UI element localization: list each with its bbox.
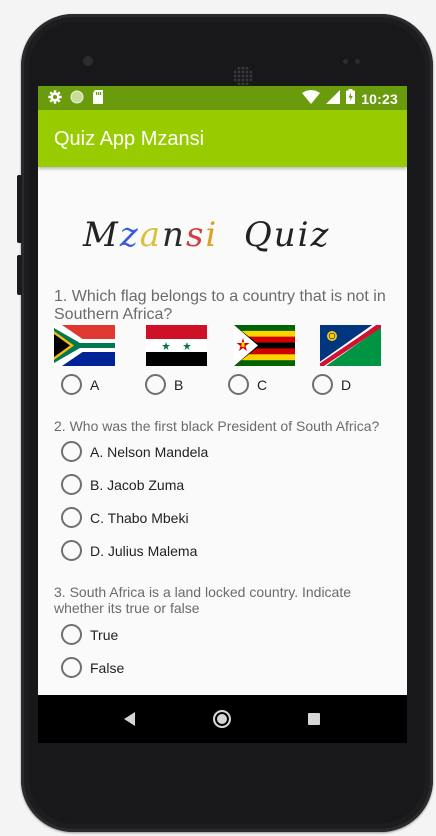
quiz-logo: Mzansi Quiz bbox=[83, 215, 330, 255]
logo-word: Quiz bbox=[243, 215, 331, 255]
radio-button[interactable] bbox=[228, 374, 249, 395]
sensor bbox=[343, 59, 348, 64]
wifi-icon bbox=[302, 89, 321, 109]
q3-option-true[interactable]: True bbox=[61, 624, 118, 645]
option-label: D. Julius Malema bbox=[90, 542, 198, 559]
logo-letter: s bbox=[185, 215, 206, 255]
navigation-bar bbox=[38, 695, 407, 743]
q2-option-c[interactable]: C. Thabo Mbeki bbox=[61, 507, 189, 528]
status-bar: 10:23 bbox=[38, 86, 407, 110]
recents-icon[interactable] bbox=[308, 713, 320, 725]
radio-button[interactable] bbox=[61, 657, 82, 678]
option-label: False bbox=[90, 659, 125, 676]
q2-option-a[interactable]: A. Nelson Mandela bbox=[61, 441, 208, 462]
option-label: C. Thabo Mbeki bbox=[90, 509, 189, 526]
sd-card-icon bbox=[92, 90, 104, 109]
home-icon[interactable] bbox=[213, 710, 231, 728]
radio-button[interactable] bbox=[145, 374, 166, 395]
option-label: D bbox=[341, 376, 352, 393]
zimbabwe-flag bbox=[234, 325, 295, 366]
radio-button[interactable] bbox=[61, 474, 82, 495]
question-2-text: 2. Who was the first black President of … bbox=[54, 418, 380, 434]
q1-option-d[interactable]: D bbox=[312, 374, 351, 395]
option-label: C bbox=[257, 376, 268, 393]
q1-option-c[interactable]: C bbox=[228, 374, 267, 395]
volume-button bbox=[17, 175, 22, 243]
front-camera bbox=[83, 56, 93, 66]
south-africa-flag bbox=[54, 325, 115, 366]
q1-option-b[interactable]: B bbox=[145, 374, 183, 395]
option-label: A. Nelson Mandela bbox=[90, 443, 209, 460]
logo-letter: n bbox=[162, 215, 186, 255]
q1-option-a[interactable]: A bbox=[61, 374, 99, 395]
gear-icon bbox=[48, 90, 62, 109]
radio-button[interactable] bbox=[61, 540, 82, 561]
circle-icon bbox=[70, 90, 84, 109]
power-button bbox=[17, 255, 22, 295]
sensor bbox=[355, 59, 360, 64]
quiz-content[interactable]: Mzansi Quiz 1. Which flag belongs to a c… bbox=[38, 167, 407, 695]
signal-icon bbox=[326, 89, 341, 109]
option-label: True bbox=[90, 626, 119, 643]
option-label: B. Jacob Zuma bbox=[90, 476, 185, 493]
q2-option-d[interactable]: D. Julius Malema bbox=[61, 540, 197, 561]
app-title: Quiz App Mzansi bbox=[54, 128, 205, 150]
radio-button[interactable] bbox=[61, 624, 82, 645]
q2-option-b[interactable]: B. Jacob Zuma bbox=[61, 474, 184, 495]
logo-letter: i bbox=[205, 215, 219, 255]
question-1-text: 1. Which flag belongs to a country that … bbox=[54, 288, 386, 323]
option-label: A bbox=[90, 376, 100, 393]
namibia-flag bbox=[320, 325, 381, 366]
question-3-text: 3. South Africa is a land locked country… bbox=[54, 584, 352, 616]
flag-row bbox=[54, 325, 384, 370]
earpiece-speaker bbox=[233, 66, 253, 86]
syria-flag bbox=[146, 325, 207, 366]
radio-button[interactable] bbox=[312, 374, 333, 395]
radio-button[interactable] bbox=[61, 507, 82, 528]
battery-charging-icon bbox=[346, 89, 356, 109]
q3-option-false[interactable]: False bbox=[61, 657, 124, 678]
logo-letter: M bbox=[83, 215, 120, 255]
radio-button[interactable] bbox=[61, 441, 82, 462]
option-label: B bbox=[174, 376, 184, 393]
back-icon[interactable] bbox=[124, 712, 135, 726]
logo-letter: z bbox=[119, 215, 140, 255]
radio-button[interactable] bbox=[61, 374, 82, 395]
phone-screen: 10:23 Quiz App Mzansi Mzansi Quiz 1. Whi… bbox=[38, 86, 407, 743]
status-time: 10:23 bbox=[361, 91, 398, 107]
logo-letter: a bbox=[139, 215, 163, 255]
app-bar: Quiz App Mzansi bbox=[38, 110, 407, 167]
